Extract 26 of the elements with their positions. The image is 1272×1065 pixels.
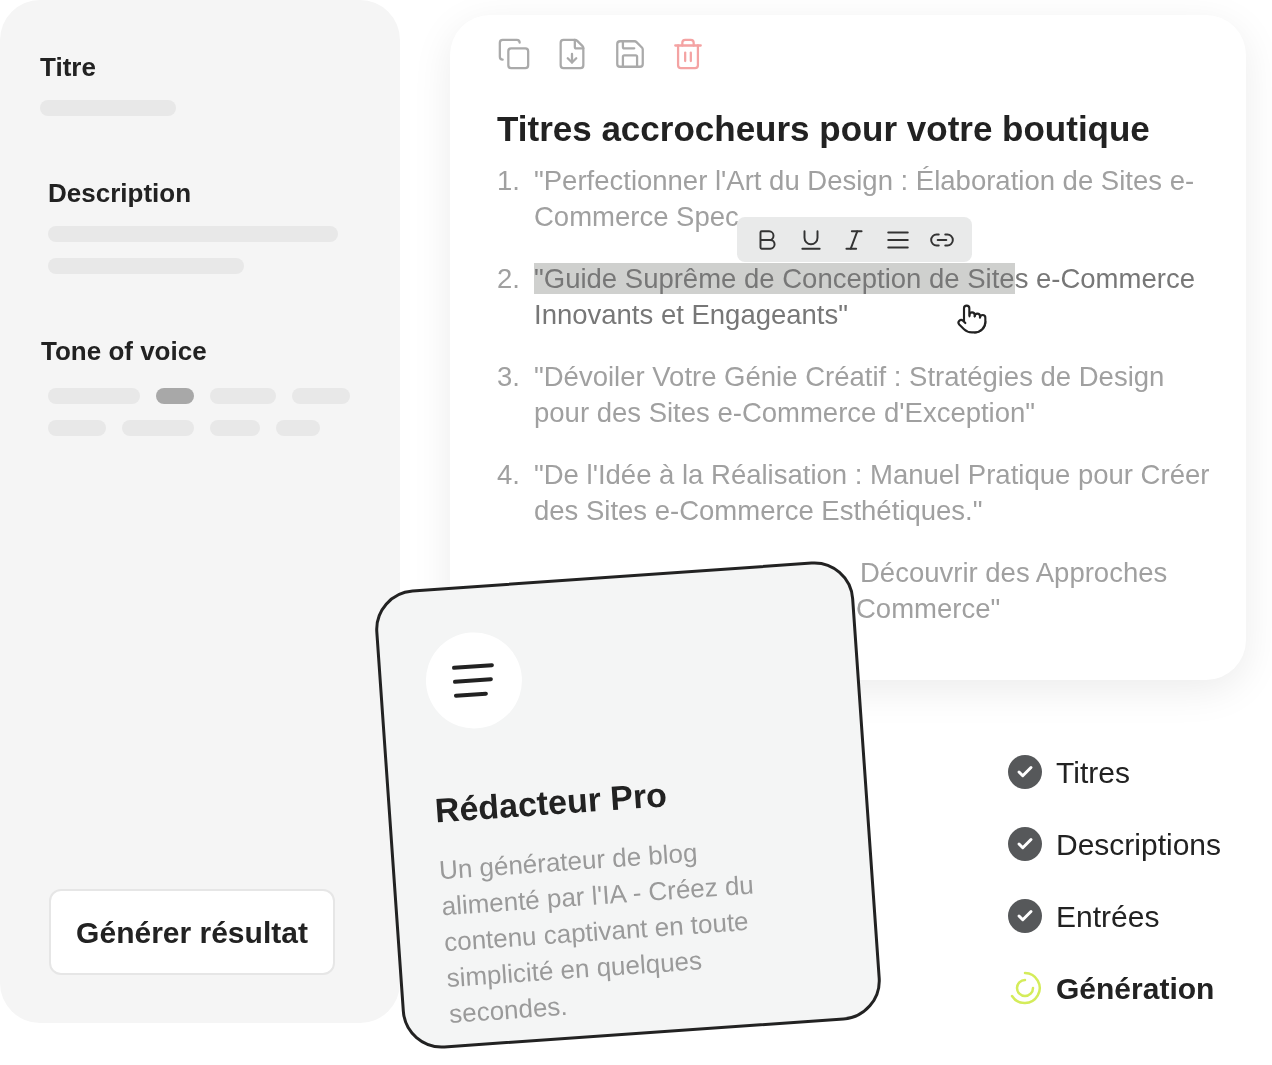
- list-item-text: Commerce": [856, 591, 1002, 626]
- step-label: Génération: [1056, 970, 1215, 1007]
- copy-icon[interactable]: [497, 37, 531, 71]
- list-number: 1.: [497, 163, 521, 198]
- hand-cursor-icon: [956, 303, 988, 335]
- tone-chip[interactable]: [156, 388, 194, 404]
- trash-icon[interactable]: [671, 37, 705, 71]
- list-item-text: "Dévoiler Votre Génie Créatif : Stratégies de Design pour des Sites e-Commerce d'Exception": [534, 359, 1166, 430]
- list-number: 4.: [497, 457, 521, 492]
- field-label: Titre: [40, 54, 97, 80]
- editor-title: Titres accrocheurs pour votre boutique: [497, 108, 1151, 150]
- card-description: Un générateur de blog alimenté par l'IA - Créez du contenu captivant en toute simplicité en quelques secondes.: [437, 836, 756, 1031]
- list-item-text: "De l'Idée à la Réalisation : Manuel Pratique pour Créer des Sites e-Commerce Esthétiques.": [534, 457, 1211, 528]
- card-title: Rédacteur Pro: [433, 774, 670, 832]
- save-icon[interactable]: [613, 37, 647, 71]
- step-label: Entrées: [1056, 898, 1160, 935]
- list-number: 2.: [497, 261, 521, 296]
- step-label: Descriptions: [1056, 826, 1222, 863]
- field-label: Description: [48, 180, 193, 206]
- step-label: Titres: [1056, 754, 1130, 791]
- list-item-text: "Guide Suprême de Conception de Sites e-Commerce Innovants et Engageants": [534, 261, 1196, 332]
- list-number: 3.: [497, 359, 521, 394]
- list-item-text: "Perfectionner l'Art du Design : Élaboration de Sites e-Commerce Spec: [534, 163, 1196, 234]
- list-item-text: Découvrir des Approches: [860, 555, 1169, 590]
- generate-button[interactable]: Générer résultat: [49, 889, 335, 975]
- field-label: Tone of voice: [41, 338, 208, 364]
